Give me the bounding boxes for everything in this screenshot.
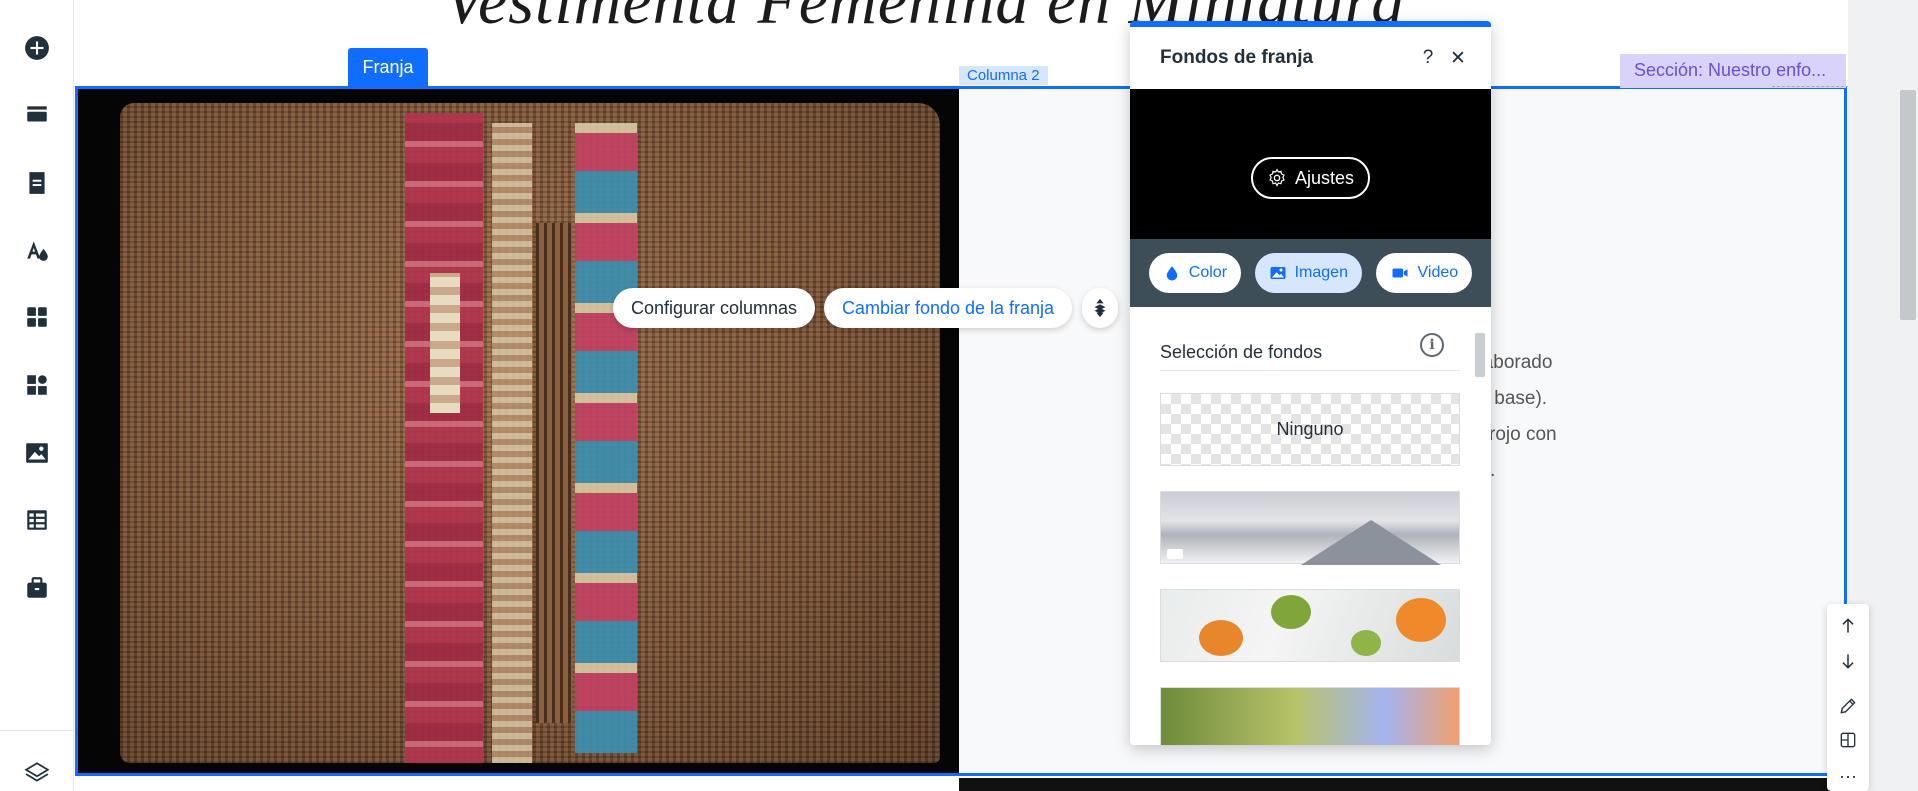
- design-icon[interactable]: [22, 235, 52, 265]
- background-option-fruit[interactable]: [1160, 589, 1460, 662]
- arrow-up-icon[interactable]: [1836, 614, 1860, 638]
- apps-icon[interactable]: [22, 302, 52, 332]
- video-icon: [1392, 268, 1408, 278]
- panel-header: Fondos de franja ? ✕: [1130, 27, 1491, 89]
- tab-color[interactable]: Color: [1148, 253, 1242, 293]
- layout-icon[interactable]: [1836, 728, 1860, 752]
- cms-icon[interactable]: [22, 505, 52, 535]
- gear-icon: [1269, 168, 1285, 187]
- arrange-icon[interactable]: [1082, 288, 1118, 328]
- change-background-button[interactable]: Cambiar fondo de la franja: [824, 288, 1072, 328]
- section-label[interactable]: Sección: Nuestro enfo...: [1620, 54, 1846, 88]
- tab-video[interactable]: Video: [1375, 253, 1473, 293]
- quick-actions-toolbar: ···: [1827, 604, 1869, 791]
- settings-button-label: Ajustes: [1294, 167, 1355, 188]
- add-icon[interactable]: [22, 33, 52, 63]
- background-preview: Ajustes: [1130, 89, 1491, 239]
- mountain-shape: [1301, 520, 1441, 565]
- tab-image-label: Imagen: [1294, 264, 1348, 281]
- background-selection-list: Selección de fondos i Ninguno: [1130, 313, 1491, 745]
- info-icon[interactable]: i: [1420, 333, 1444, 357]
- plugins-icon[interactable]: [22, 370, 52, 400]
- pen-icon[interactable]: [1836, 694, 1860, 718]
- settings-button[interactable]: Ajustes: [1251, 157, 1370, 199]
- background-option-gradient[interactable]: [1160, 687, 1460, 745]
- business-icon[interactable]: [22, 573, 52, 603]
- orange-peel-shape: [1199, 620, 1243, 656]
- more-icon[interactable]: ···: [1836, 764, 1860, 788]
- help-icon[interactable]: ?: [1413, 43, 1443, 73]
- media-tabs: Color Imagen Video: [1130, 239, 1491, 307]
- toolbar-divider: [0, 730, 74, 731]
- page-scroll-thumb[interactable]: [1900, 90, 1916, 320]
- panel-scroll-thumb[interactable]: [1475, 333, 1485, 377]
- pages-icon[interactable]: [22, 168, 52, 198]
- column-label: Columna 2: [959, 66, 1048, 85]
- arrow-down-icon[interactable]: [1836, 649, 1860, 673]
- selection-header: Selección de fondos: [1160, 335, 1460, 371]
- orange-shape: [1396, 598, 1446, 642]
- lime-slice-shape: [1351, 630, 1381, 656]
- close-icon[interactable]: ✕: [1443, 43, 1473, 73]
- lime-shape: [1271, 595, 1311, 629]
- media-icon[interactable]: [22, 438, 52, 468]
- strip-tab[interactable]: Franja: [348, 48, 428, 86]
- tab-image[interactable]: Imagen: [1254, 253, 1362, 293]
- left-toolbar: [0, 0, 74, 791]
- tab-color-label: Color: [1188, 264, 1228, 281]
- sections-icon[interactable]: [22, 100, 52, 130]
- background-option-mountain[interactable]: [1160, 491, 1460, 565]
- tab-video-label: Video: [1417, 264, 1459, 281]
- drop-icon: [1166, 266, 1178, 281]
- strip-backgrounds-panel: Fondos de franja ? ✕ Ajustes Color Image…: [1130, 21, 1491, 745]
- video-badge-icon: [1167, 549, 1183, 559]
- panel-scrollbar[interactable]: [1473, 313, 1485, 745]
- configure-columns-button[interactable]: Configurar columnas: [613, 288, 815, 328]
- next-strip: [959, 778, 1847, 791]
- image-icon: [1270, 267, 1286, 279]
- layers-icon[interactable]: [22, 758, 52, 788]
- panel-title: Fondos de franja: [1160, 47, 1314, 68]
- background-option-none[interactable]: Ninguno: [1160, 393, 1460, 466]
